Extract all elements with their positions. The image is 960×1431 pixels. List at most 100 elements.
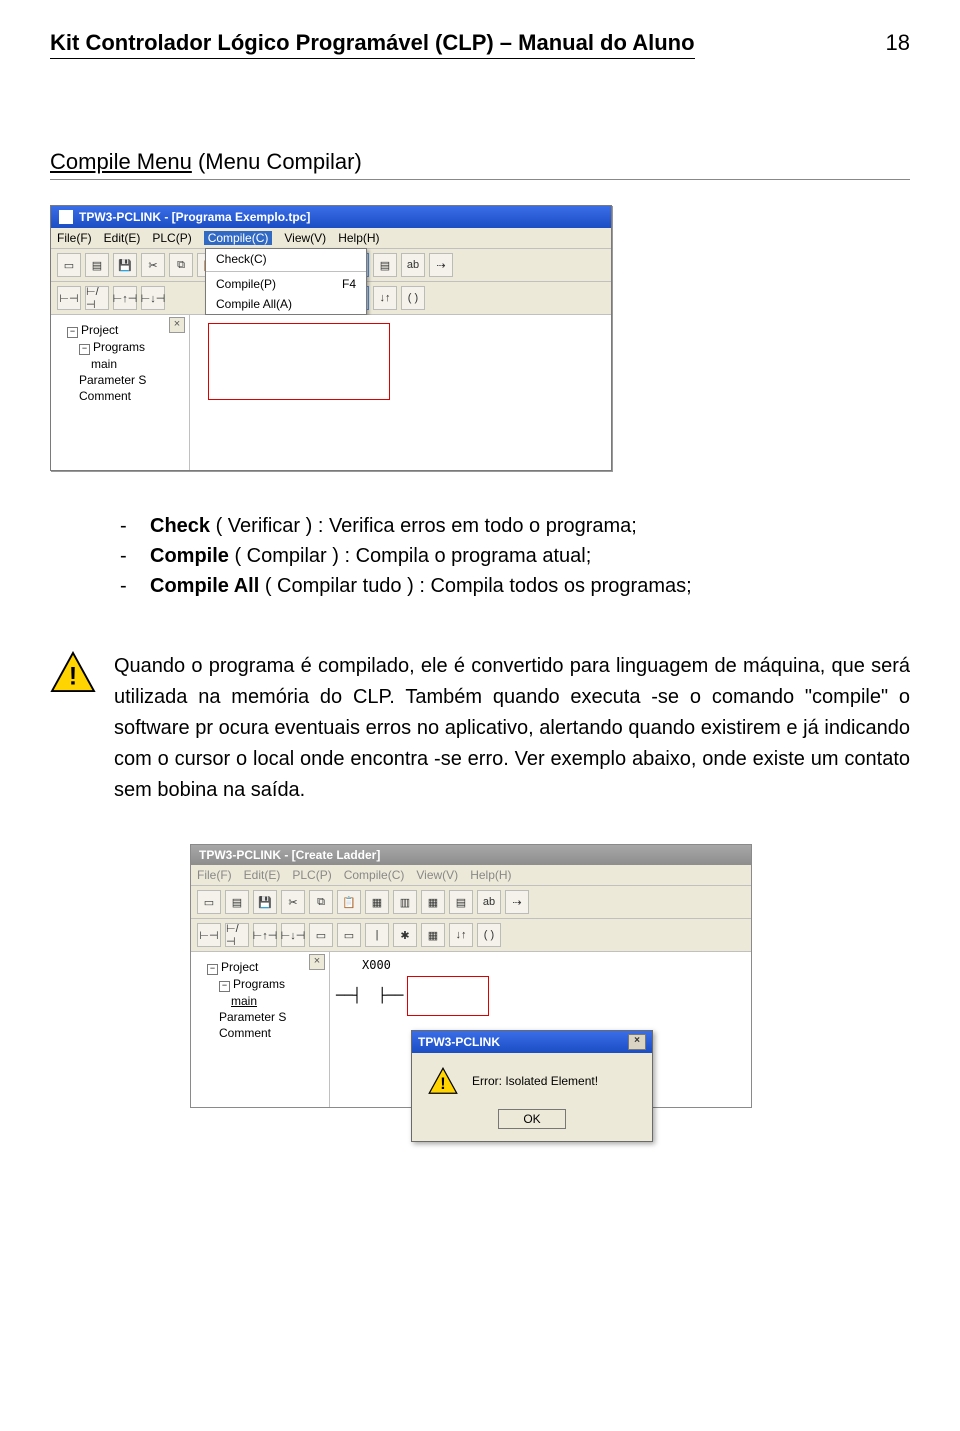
b2-rest: ( Compilar ) : Compila o programa atual;: [229, 545, 591, 567]
note-block: ! Quando o programa é compilado, ele é c…: [50, 651, 910, 806]
menu-help[interactable]: Help(H): [338, 231, 379, 245]
ladder-contact-nc-icon[interactable]: ⊢/⊣: [85, 286, 109, 310]
error-dialog: TPW3-PCLINK × ! Error: Isolated Element!…: [411, 1030, 653, 1142]
tree-comment[interactable]: Comment: [79, 389, 131, 403]
ladder-btn-icon[interactable]: ↓↑: [449, 923, 473, 947]
ladder-contact-symbol: ──┤ ├──: [336, 988, 403, 1004]
ok-button[interactable]: OK: [498, 1109, 565, 1129]
menu-compile[interactable]: Compile(C): [344, 868, 405, 882]
compile-dropdown: Check(C) Compile(P)F4 Compile All(A): [205, 248, 367, 315]
tb-cut-icon[interactable]: ✂: [141, 253, 165, 277]
tree-programs[interactable]: Programs: [93, 340, 145, 354]
ladder-contact-no-icon[interactable]: ⊢⊣: [57, 286, 81, 310]
doc-title: Kit Controlador Lógico Programável (CLP)…: [50, 30, 695, 59]
ladder-pulse-icon[interactable]: ⊢↓⊣: [141, 286, 165, 310]
tree-collapse-icon[interactable]: −: [67, 327, 78, 338]
ladder-btn-icon[interactable]: ▭: [309, 923, 333, 947]
workspace: × −Project −Programs main Parameter S Co…: [51, 315, 611, 470]
ladder-coil-icon[interactable]: ( ): [477, 923, 501, 947]
tree-project[interactable]: Project: [81, 323, 118, 337]
bullet-item: - Compile ( Compilar ) : Compila o progr…: [120, 541, 910, 571]
tb-btn-icon[interactable]: ⇢: [505, 890, 529, 914]
b2-bold: Compile: [150, 545, 229, 567]
tb-btn-icon[interactable]: ▥: [393, 890, 417, 914]
section-title-underlined: Compile Menu: [50, 149, 192, 174]
ladder-canvas[interactable]: [190, 315, 611, 470]
menubar: File(F) Edit(E) PLC(P) Compile(C) View(V…: [51, 228, 611, 249]
tb-new-icon[interactable]: ▭: [57, 253, 81, 277]
tb-btn-icon[interactable]: ▤: [373, 253, 397, 277]
tree-parameter[interactable]: Parameter S: [79, 373, 146, 387]
ladder-btn-icon[interactable]: ✱: [393, 923, 417, 947]
tb-btn-icon[interactable]: ab: [477, 890, 501, 914]
ladder-pulse-icon[interactable]: ⊢↑⊣: [253, 923, 277, 947]
menu-help[interactable]: Help(H): [470, 868, 511, 882]
tb-cut-icon[interactable]: ✂: [281, 890, 305, 914]
dialog-title: TPW3-PCLINK: [418, 1035, 500, 1049]
tb-new-icon[interactable]: ▭: [197, 890, 221, 914]
menu-view[interactable]: View(V): [416, 868, 458, 882]
ladder-btn-icon[interactable]: ↓↑: [373, 286, 397, 310]
titlebar2: TPW3-PCLINK - [Create Ladder]: [191, 845, 751, 865]
dialog-close-icon[interactable]: ×: [628, 1034, 646, 1050]
dropdown-check[interactable]: Check(C): [206, 249, 366, 269]
tree-close-icon[interactable]: ×: [169, 317, 185, 333]
tb-open-icon[interactable]: ▤: [85, 253, 109, 277]
ladder-contact-no-icon[interactable]: ⊢⊣: [197, 923, 221, 947]
menu-plc[interactable]: PLC(P): [292, 868, 331, 882]
menu-file[interactable]: File(F): [57, 231, 92, 245]
menu-view[interactable]: View(V): [284, 231, 326, 245]
b1-rest: ( Verificar ) : Verifica erros em todo o…: [210, 515, 637, 537]
tree-collapse-icon[interactable]: −: [207, 964, 218, 975]
dropdown-compile[interactable]: Compile(P)F4: [206, 274, 366, 294]
screenshot1-window: TPW3-PCLINK - [Programa Exemplo.tpc] Fil…: [50, 205, 612, 471]
tb-open-icon[interactable]: ▤: [225, 890, 249, 914]
section-heading: Compile Menu (Menu Compilar): [50, 149, 910, 180]
page-number: 18: [886, 30, 910, 56]
app-icon: [59, 210, 73, 224]
tb-paste-icon[interactable]: 📋: [337, 890, 361, 914]
ladder-pulse-icon[interactable]: ⊢↓⊣: [281, 923, 305, 947]
tree-comment[interactable]: Comment: [219, 1026, 271, 1040]
tb-save-icon[interactable]: 💾: [113, 253, 137, 277]
tree-collapse-icon[interactable]: −: [219, 981, 230, 992]
tree-collapse-icon[interactable]: −: [79, 344, 90, 355]
ladder-btn-icon[interactable]: |: [365, 923, 389, 947]
tree-main[interactable]: main: [231, 994, 257, 1008]
error-highlight-rect: [407, 976, 489, 1016]
error-highlight-rect: [208, 323, 390, 400]
window-title: TPW3-PCLINK - [Programa Exemplo.tpc]: [79, 210, 310, 224]
tb-btn-icon[interactable]: ▦: [421, 890, 445, 914]
tb-btn-icon[interactable]: ▤: [449, 890, 473, 914]
menu-file[interactable]: File(F): [197, 868, 232, 882]
tb-btn-icon[interactable]: ⇢: [429, 253, 453, 277]
tb-copy-icon[interactable]: ⧉: [309, 890, 333, 914]
ladder-contact-nc-icon[interactable]: ⊢/⊣: [225, 923, 249, 947]
ladder-btn-icon[interactable]: ▭: [337, 923, 361, 947]
ladder-coil-icon[interactable]: ( ): [401, 286, 425, 310]
tree-programs[interactable]: Programs: [233, 977, 285, 991]
bullet-item: - Compile All ( Compilar tudo ) : Compil…: [120, 571, 910, 601]
ladder-btn-icon[interactable]: ▦: [421, 923, 445, 947]
b1-bold: Check: [150, 515, 210, 537]
tb-save-icon[interactable]: 💾: [253, 890, 277, 914]
tb-btn-icon[interactable]: ab: [401, 253, 425, 277]
contact-label: X000: [362, 958, 745, 972]
warning-icon: !: [428, 1067, 458, 1095]
menu-edit[interactable]: Edit(E): [104, 231, 141, 245]
dropdown-compile-all[interactable]: Compile All(A): [206, 294, 366, 314]
section-title-rest: (Menu Compilar): [192, 149, 362, 174]
tree-parameter[interactable]: Parameter S: [219, 1010, 286, 1024]
tb-copy-icon[interactable]: ⧉: [169, 253, 193, 277]
menu-compile[interactable]: Compile(C): [204, 231, 273, 245]
ladder-pulse-icon[interactable]: ⊢↑⊣: [113, 286, 137, 310]
window-title2: TPW3-PCLINK - [Create Ladder]: [199, 848, 380, 862]
menu-plc[interactable]: PLC(P): [152, 231, 191, 245]
tree-project[interactable]: Project: [221, 960, 258, 974]
b3-bold: Compile All: [150, 575, 259, 597]
titlebar: TPW3-PCLINK - [Programa Exemplo.tpc]: [51, 206, 611, 228]
tb-btn-icon[interactable]: ▦: [365, 890, 389, 914]
menu-edit[interactable]: Edit(E): [244, 868, 281, 882]
tree-main[interactable]: main: [91, 357, 117, 371]
tree-close-icon[interactable]: ×: [309, 954, 325, 970]
